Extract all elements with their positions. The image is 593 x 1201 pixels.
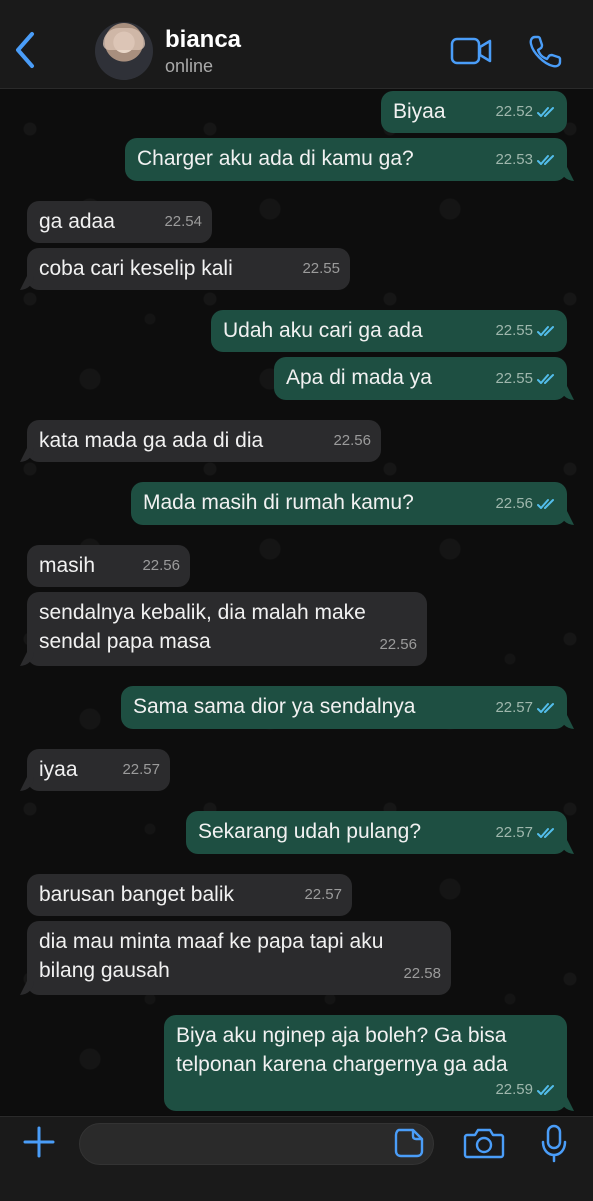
message-time: 22.55	[302, 260, 340, 277]
double-check-icon	[537, 827, 554, 838]
message-time: 22.54	[164, 213, 202, 230]
message-bubble-outgoing[interactable]: Sekarang udah pulang? 22.57	[186, 811, 567, 854]
message-time: 22.57	[495, 699, 533, 716]
message-meta: 22.58	[403, 959, 441, 988]
message-bubble-outgoing[interactable]: Biya aku nginep aja boleh? Ga bisa telpo…	[164, 1015, 567, 1111]
message-bubble-incoming[interactable]: sendalnya kebalik, dia malah make sendal…	[27, 592, 427, 666]
camera-icon[interactable]	[463, 1126, 505, 1160]
message-text: coba cari keselip kali	[39, 257, 233, 280]
message-meta: 22.57	[122, 755, 160, 784]
double-check-icon	[537, 154, 554, 165]
double-check-icon	[537, 498, 554, 509]
message-time: 22.53	[495, 151, 533, 168]
message-text: Biya aku nginep aja boleh? Ga bisa telpo…	[176, 1024, 508, 1076]
back-chevron-icon[interactable]	[10, 30, 40, 70]
message-bubble-incoming[interactable]: coba cari keselip kali 22.55	[27, 248, 350, 290]
double-check-icon	[537, 1084, 554, 1095]
message-text: sendalnya kebalik, dia malah make sendal…	[39, 601, 366, 653]
message-meta: 22.57	[304, 880, 342, 909]
message-bubble-incoming[interactable]: kata mada ga ada di dia 22.56	[27, 420, 381, 462]
message-bubble-incoming[interactable]: ga adaa 22.54	[27, 201, 212, 243]
message-bubble-incoming[interactable]: barusan banget balik 22.57	[27, 874, 352, 916]
voice-call-icon[interactable]	[527, 34, 563, 70]
message-text: Charger aku ada di kamu ga?	[137, 147, 414, 170]
message-meta: 22.56	[379, 630, 417, 659]
message-bubble-outgoing[interactable]: Mada masih di rumah kamu? 22.56	[131, 482, 567, 525]
message-meta: 22.53	[495, 145, 557, 174]
message-bubble-incoming[interactable]: masih 22.56	[27, 545, 190, 587]
contact-name[interactable]: bianca	[165, 26, 241, 54]
message-time: 22.57	[304, 886, 342, 903]
double-check-icon	[537, 106, 554, 117]
message-text: Sama sama dior ya sendalnya	[133, 695, 416, 718]
video-call-icon[interactable]	[450, 36, 492, 66]
message-time: 22.58	[403, 965, 441, 982]
chat-header: bianca online	[0, 0, 593, 89]
contact-status: online	[165, 56, 214, 76]
contact-avatar[interactable]	[95, 22, 153, 80]
message-bubble-outgoing[interactable]: Sama sama dior ya sendalnya 22.57	[121, 686, 567, 729]
microphone-icon[interactable]	[540, 1123, 568, 1163]
message-meta: 22.59	[495, 1075, 557, 1104]
message-meta: 22.55	[302, 254, 340, 283]
message-input[interactable]	[79, 1123, 434, 1165]
message-meta: 22.56	[495, 489, 557, 518]
message-time: 22.55	[495, 370, 533, 387]
message-time: 22.52	[495, 103, 533, 120]
double-check-icon	[537, 702, 554, 713]
message-time: 22.59	[495, 1081, 533, 1098]
message-bubble-outgoing[interactable]: Apa di mada ya 22.55	[274, 357, 567, 400]
message-bubble-incoming[interactable]: dia mau minta maaf ke papa tapi aku bila…	[27, 921, 451, 995]
message-text: kata mada ga ada di dia	[39, 429, 264, 452]
message-meta: 22.57	[495, 818, 557, 847]
sticker-icon[interactable]	[393, 1127, 425, 1159]
message-time: 22.56	[142, 557, 180, 574]
message-bubble-outgoing[interactable]: Udah aku cari ga ada 22.55	[211, 310, 567, 352]
message-time: 22.56	[495, 495, 533, 512]
message-time: 22.56	[379, 636, 417, 653]
message-meta: 22.56	[142, 551, 180, 580]
plus-icon[interactable]	[22, 1125, 56, 1159]
message-meta: 22.54	[164, 207, 202, 236]
message-text: dia mau minta maaf ke papa tapi aku bila…	[39, 930, 384, 982]
message-meta: 22.56	[333, 426, 371, 455]
message-time: 22.56	[333, 432, 371, 449]
message-time: 22.57	[122, 761, 160, 778]
message-meta: 22.55	[495, 364, 557, 393]
message-bubble-incoming[interactable]: iyaa 22.57	[27, 749, 170, 791]
double-check-icon	[537, 373, 554, 384]
message-meta: 22.55	[495, 316, 557, 345]
double-check-icon	[537, 325, 554, 336]
message-meta: 22.52	[495, 97, 557, 126]
message-text: barusan banget balik	[39, 883, 234, 906]
message-meta: 22.57	[495, 693, 557, 722]
message-time: 22.57	[495, 824, 533, 841]
message-bubble-outgoing[interactable]: Charger aku ada di kamu ga? 22.53	[125, 138, 567, 181]
message-bubble-outgoing[interactable]: Biyaa 22.52	[381, 91, 567, 133]
message-time: 22.55	[495, 322, 533, 339]
